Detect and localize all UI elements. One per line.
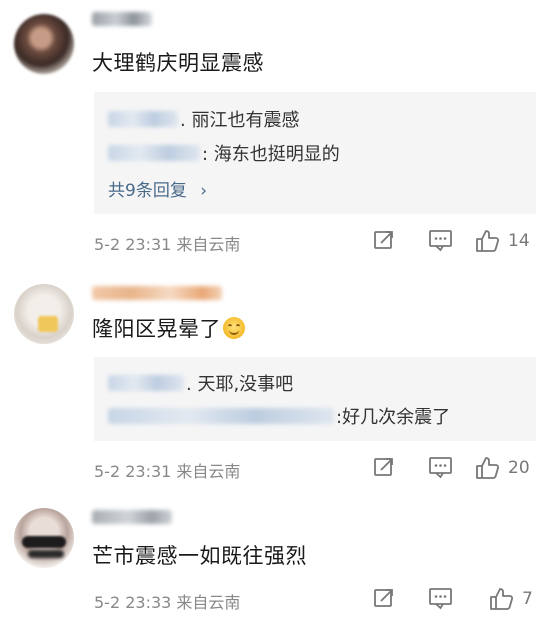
comment-actions: 7 bbox=[350, 586, 550, 616]
username[interactable] bbox=[92, 510, 172, 524]
comment-item: 芒市震感一如既往强烈 5-2 23:33 来自云南 7 bbox=[0, 0, 550, 622]
like-icon[interactable] bbox=[488, 586, 514, 614]
comment-meta: 5-2 23:33 来自云南 bbox=[94, 593, 241, 612]
comment-text: 芒市震感一如既往强烈 bbox=[92, 544, 307, 568]
like-count: 7 bbox=[522, 589, 533, 609]
share-icon[interactable] bbox=[372, 586, 396, 614]
comment-icon[interactable] bbox=[428, 586, 454, 614]
avatar[interactable] bbox=[14, 508, 74, 568]
